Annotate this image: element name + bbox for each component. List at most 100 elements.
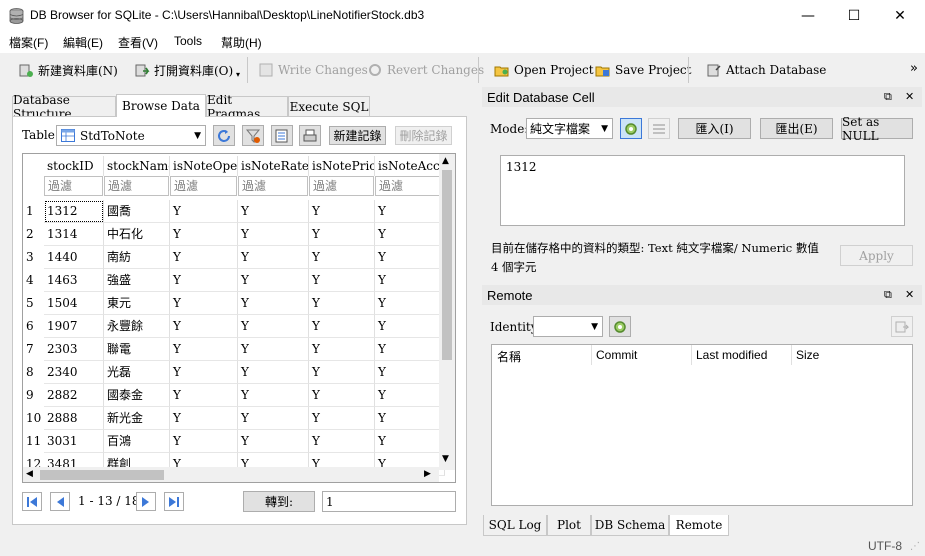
filter-input[interactable]: 過濾: [238, 176, 308, 196]
tab-sql-log[interactable]: SQL Log: [483, 515, 547, 536]
table-cell[interactable]: Y: [170, 407, 238, 430]
remote-column-last-modified[interactable]: Last modified: [696, 348, 767, 362]
cell-editor[interactable]: 1312: [500, 155, 905, 226]
row-number[interactable]: 5: [23, 292, 44, 315]
table-cell[interactable]: Y: [309, 246, 375, 269]
table-cell[interactable]: Y: [375, 338, 445, 361]
menu-file[interactable]: 檔案(F): [9, 34, 48, 51]
table-cell[interactable]: 1504: [44, 292, 104, 315]
float-dock-icon[interactable]: ⧉: [884, 90, 892, 104]
remote-column-commit[interactable]: Commit: [596, 348, 637, 362]
apply-button[interactable]: Apply: [840, 245, 913, 266]
table-cell[interactable]: Y: [375, 361, 445, 384]
refresh-button[interactable]: [213, 125, 235, 146]
table-cell[interactable]: Y: [375, 223, 445, 246]
identity-select[interactable]: ▼: [533, 316, 603, 337]
table-cell[interactable]: 百鴻: [104, 430, 170, 453]
table-cell[interactable]: Y: [375, 200, 445, 223]
table-cell[interactable]: 南紡: [104, 246, 170, 269]
remote-column-name[interactable]: 名稱: [497, 348, 521, 365]
table-cell[interactable]: Y: [309, 338, 375, 361]
push-database-button[interactable]: [891, 316, 913, 337]
table-cell[interactable]: Y: [238, 430, 309, 453]
set-null-button[interactable]: Set as NULL: [841, 115, 913, 143]
table-cell[interactable]: Y: [309, 223, 375, 246]
table-cell[interactable]: Y: [238, 223, 309, 246]
delete-record-button[interactable]: 刪除記錄: [395, 126, 452, 145]
table-cell[interactable]: 國喬: [104, 200, 170, 223]
attach-database-button[interactable]: Attach Database: [706, 59, 826, 81]
table-cell[interactable]: Y: [375, 269, 445, 292]
table-cell[interactable]: Y: [309, 430, 375, 453]
remote-list[interactable]: 名稱 Commit Last modified Size: [491, 344, 913, 506]
remote-column-size[interactable]: Size: [796, 348, 819, 362]
resize-grip-icon[interactable]: ⋰: [910, 541, 920, 552]
table-cell[interactable]: Y: [309, 384, 375, 407]
table-cell[interactable]: Y: [238, 361, 309, 384]
selected-cell[interactable]: 1312: [44, 200, 104, 223]
table-cell[interactable]: Y: [238, 292, 309, 315]
column-header-isnoterate[interactable]: isNoteRate: [238, 156, 309, 176]
filter-input[interactable]: 過濾: [170, 176, 237, 196]
tab-remote[interactable]: Remote: [669, 515, 729, 536]
filter-input[interactable]: 過濾: [44, 176, 103, 196]
table-cell[interactable]: 強盛: [104, 269, 170, 292]
table-cell[interactable]: Y: [309, 407, 375, 430]
scroll-right-icon[interactable]: ▶: [424, 469, 431, 479]
revert-changes-button[interactable]: Revert Changes: [367, 59, 484, 81]
close-button[interactable]: ✕: [877, 0, 923, 31]
row-number[interactable]: 11: [23, 430, 44, 453]
table-cell[interactable]: Y: [170, 430, 238, 453]
row-number[interactable]: 7: [23, 338, 44, 361]
table-cell[interactable]: 永豐餘: [104, 315, 170, 338]
horizontal-scroll-thumb[interactable]: [40, 470, 164, 480]
table-cell[interactable]: 聯電: [104, 338, 170, 361]
save-table-button[interactable]: [271, 125, 293, 146]
close-dock-icon[interactable]: ✕: [905, 90, 914, 103]
float-dock-icon[interactable]: ⧉: [884, 288, 892, 302]
scroll-up-icon[interactable]: ▲: [442, 156, 449, 166]
tab-database-structure[interactable]: Database Structure: [12, 93, 116, 121]
table-cell[interactable]: Y: [170, 315, 238, 338]
table-cell[interactable]: Y: [238, 269, 309, 292]
table-cell[interactable]: Y: [170, 246, 238, 269]
open-project-button[interactable]: Open Project: [494, 59, 594, 81]
table-cell[interactable]: Y: [375, 384, 445, 407]
auto-switch-mode-button[interactable]: [620, 118, 642, 139]
table-cell[interactable]: Y: [170, 292, 238, 315]
tab-edit-pragmas[interactable]: Edit Pragmas: [206, 93, 288, 121]
import-button[interactable]: 匯入(I): [678, 118, 751, 139]
row-number[interactable]: 4: [23, 269, 44, 292]
vertical-scrollbar[interactable]: ▲ ▼: [439, 154, 455, 470]
table-cell[interactable]: Y: [375, 407, 445, 430]
table-cell[interactable]: 1907: [44, 315, 104, 338]
table-cell[interactable]: Y: [309, 292, 375, 315]
table-cell[interactable]: 新光金: [104, 407, 170, 430]
row-number[interactable]: 9: [23, 384, 44, 407]
table-cell[interactable]: Y: [375, 292, 445, 315]
table-cell[interactable]: 國泰金: [104, 384, 170, 407]
table-cell[interactable]: 2882: [44, 384, 104, 407]
table-cell[interactable]: 3031: [44, 430, 104, 453]
column-header-isnoteaccv[interactable]: isNoteAccV: [375, 156, 445, 176]
next-record-button[interactable]: [136, 492, 156, 511]
previous-record-button[interactable]: [50, 492, 70, 511]
table-cell[interactable]: Y: [375, 315, 445, 338]
horizontal-scrollbar[interactable]: ◀ ▶: [23, 467, 439, 482]
table-cell[interactable]: 2303: [44, 338, 104, 361]
column-header-isnoteopen[interactable]: isNoteOpen: [170, 156, 238, 176]
save-project-button[interactable]: Save Project: [595, 59, 691, 81]
row-number[interactable]: 8: [23, 361, 44, 384]
table-cell[interactable]: Y: [238, 200, 309, 223]
new-record-button[interactable]: 新建記錄: [329, 126, 386, 145]
table-cell[interactable]: Y: [309, 200, 375, 223]
scroll-down-icon[interactable]: ▼: [442, 454, 449, 464]
table-cell[interactable]: Y: [170, 269, 238, 292]
row-number[interactable]: 3: [23, 246, 44, 269]
table-cell[interactable]: Y: [170, 200, 238, 223]
goto-button[interactable]: 轉到:: [243, 491, 315, 512]
row-number[interactable]: 6: [23, 315, 44, 338]
goto-input[interactable]: 1: [322, 491, 456, 512]
table-cell[interactable]: Y: [238, 315, 309, 338]
column-header-isnoteprice[interactable]: isNotePrice: [309, 156, 375, 176]
